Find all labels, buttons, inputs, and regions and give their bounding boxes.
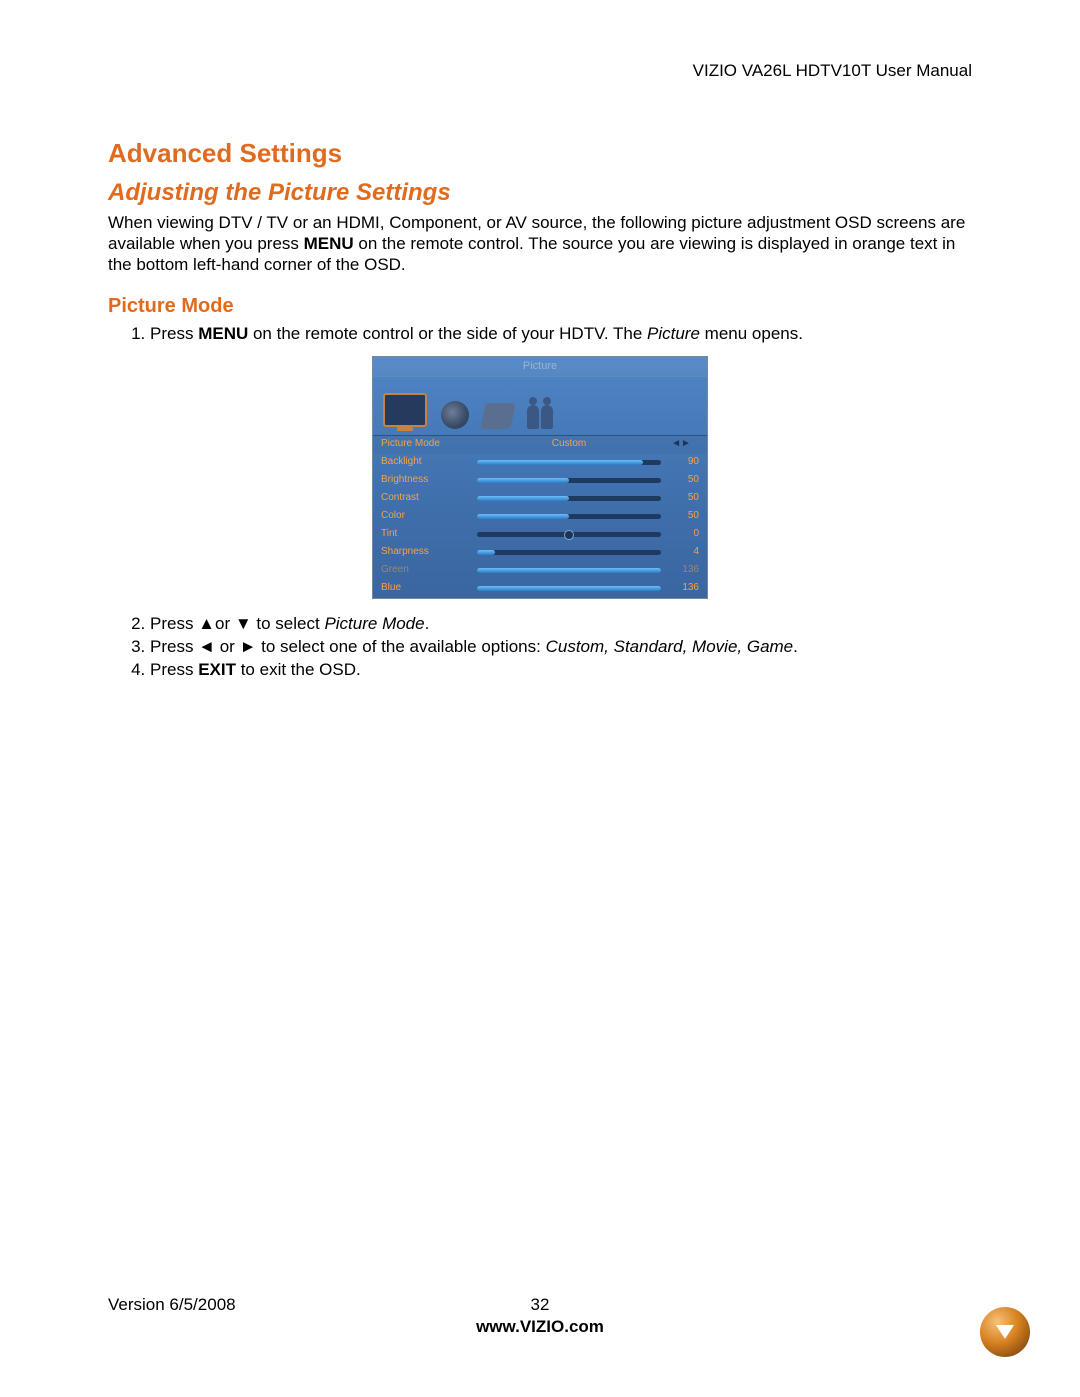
- osd-row-arrows: ◄►: [661, 438, 701, 451]
- heading-advanced-settings: Advanced Settings: [108, 137, 972, 170]
- step-1: Press MENU on the remote control or the …: [150, 323, 972, 344]
- osd-row: Sharpness 4: [373, 544, 707, 562]
- osd-row-value: 136: [661, 564, 701, 577]
- intro-paragraph: When viewing DTV / TV or an HDMI, Compon…: [108, 212, 972, 276]
- footer-version: Version 6/5/2008: [108, 1295, 236, 1315]
- osd-screenshot: Picture Picture ModeCustom◄►Backlight90B…: [372, 356, 708, 599]
- osd-slider: [477, 568, 661, 573]
- osd-row-label: Blue: [381, 582, 477, 595]
- osd-row-value: 136: [661, 582, 701, 595]
- osd-row-label: Brightness: [381, 474, 477, 487]
- step1-picture-word: Picture: [647, 324, 700, 343]
- osd-row: Brightness 50: [373, 472, 707, 490]
- step-3: Press ◄ or ► to select one of the availa…: [150, 636, 972, 657]
- step-4: Press EXIT to exit the OSD.: [150, 659, 972, 680]
- heading-adjusting-picture: Adjusting the Picture Settings: [108, 178, 972, 208]
- step1-b: on the remote control or the side of you…: [248, 324, 647, 343]
- osd-row-value: 4: [661, 546, 701, 559]
- osd-slider: [477, 496, 661, 501]
- osd-row-text: Custom: [477, 438, 661, 451]
- osd-row-label: Sharpness: [381, 546, 477, 559]
- osd-slider: [477, 514, 661, 519]
- osd-slider: [477, 550, 661, 555]
- osd-row-value: 90: [661, 456, 701, 469]
- osd-slider: [477, 532, 661, 537]
- intro-menu-word: MENU: [304, 234, 354, 253]
- osd-row-label: Picture Mode: [381, 438, 477, 451]
- step4-a: Press: [150, 660, 198, 679]
- osd-row: Green 136: [373, 562, 707, 580]
- osd-row: Picture ModeCustom◄►: [373, 436, 707, 454]
- osd-rows: Picture ModeCustom◄► Backlight 90 Brightnes…: [373, 435, 707, 598]
- osd-row: Backlight 90: [373, 454, 707, 472]
- footer-site: www.VIZIO.com: [108, 1317, 972, 1337]
- step2-ital: Picture Mode: [324, 614, 424, 633]
- osd-row-value: 50: [661, 474, 701, 487]
- heading-picture-mode: Picture Mode: [108, 294, 972, 319]
- osd-tab-icons: [373, 377, 707, 435]
- osd-row: Contrast 50: [373, 490, 707, 508]
- osd-row-label: Color: [381, 510, 477, 523]
- osd-row: Color 50: [373, 508, 707, 526]
- osd-row: Blue 136: [373, 580, 707, 598]
- steps-list: Press MENU on the remote control or the …: [150, 323, 972, 344]
- step2-a: Press ▲or ▼ to select: [150, 614, 324, 633]
- osd-title: Picture: [373, 357, 707, 377]
- footer-page-number: 32: [108, 1295, 972, 1315]
- osd-slider: [477, 586, 661, 591]
- parental-icon: [527, 405, 553, 429]
- step3-ital: Custom, Standard, Movie, Game: [546, 637, 794, 656]
- osd-row-value: 0: [661, 528, 701, 541]
- step1-c: menu opens.: [700, 324, 803, 343]
- steps-list-cont: Press ▲or ▼ to select Picture Mode. Pres…: [150, 613, 972, 681]
- header-manual-title: VIZIO VA26L HDTV10T User Manual: [108, 60, 972, 81]
- osd-slider: [477, 478, 661, 483]
- vizio-logo-icon: [980, 1307, 1030, 1357]
- step1-a: Press: [150, 324, 198, 343]
- step2-b: .: [425, 614, 430, 633]
- step4-b: to exit the OSD.: [236, 660, 361, 679]
- speaker-icon: [441, 401, 469, 429]
- tv-icon: [383, 393, 427, 427]
- step4-exit: EXIT: [198, 660, 236, 679]
- osd-slider: [477, 460, 661, 465]
- osd-row: Tint 0: [373, 526, 707, 544]
- osd-row-value: 50: [661, 492, 701, 505]
- osd-row-value: 50: [661, 510, 701, 523]
- osd-row-label: Green: [381, 564, 477, 577]
- step3-b: .: [793, 637, 798, 656]
- osd-row-label: Backlight: [381, 456, 477, 469]
- setup-icon: [480, 403, 516, 429]
- step1-menu: MENU: [198, 324, 248, 343]
- step-2: Press ▲or ▼ to select Picture Mode.: [150, 613, 972, 634]
- osd-row-label: Contrast: [381, 492, 477, 505]
- page-footer: Version 6/5/2008 32 . www.VIZIO.com: [108, 1295, 972, 1337]
- step3-a: Press ◄ or ► to select one of the availa…: [150, 637, 546, 656]
- osd-row-label: Tint: [381, 528, 477, 541]
